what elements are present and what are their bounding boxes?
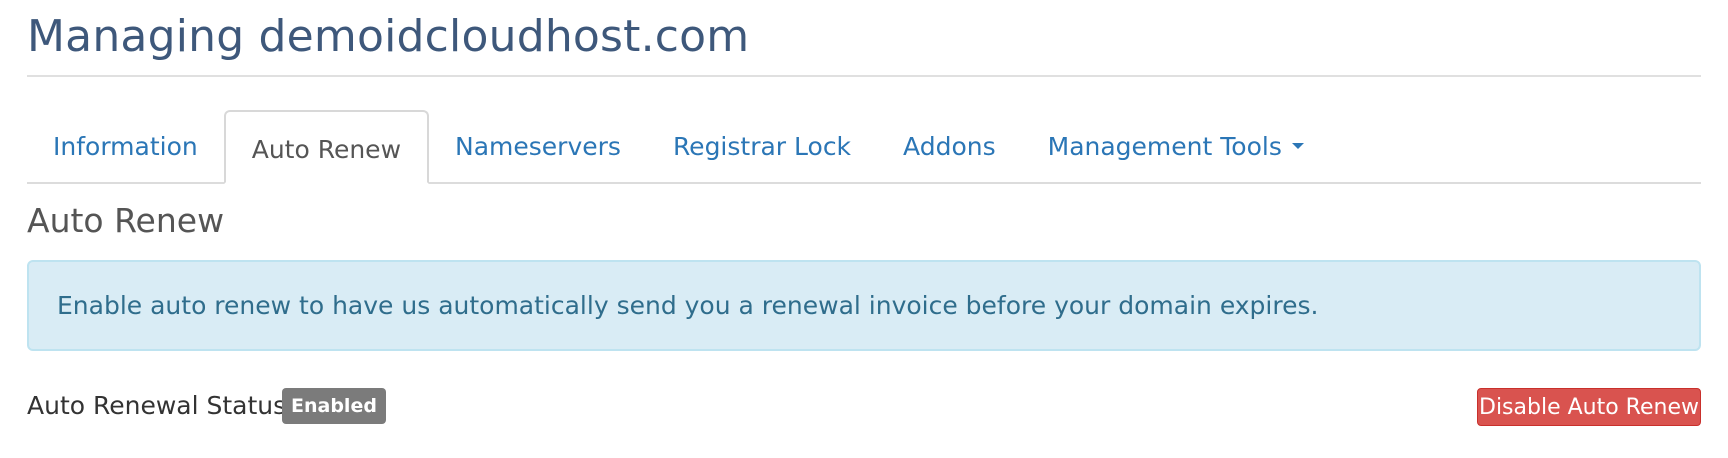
tab-management-tools-label: Management Tools xyxy=(1047,131,1282,161)
tab-bar: Information Auto Renew Nameservers Regis… xyxy=(27,110,1701,184)
info-alert: Enable auto renew to have us automatical… xyxy=(27,260,1701,351)
page-header: Managing demoidcloudhost.com xyxy=(27,0,1701,77)
tab-addons-label: Addons xyxy=(903,131,996,161)
tab-nameservers-label: Nameservers xyxy=(455,131,621,161)
tab-registrar-lock[interactable]: Registrar Lock xyxy=(647,110,877,182)
tab-registrar-lock-label: Registrar Lock xyxy=(672,131,852,161)
tab-addons[interactable]: Addons xyxy=(877,110,1022,182)
tab-information-label: Information xyxy=(53,131,198,161)
caret-down-icon xyxy=(1291,143,1304,149)
status-badge: Enabled xyxy=(282,388,386,424)
page-title: Managing demoidcloudhost.com xyxy=(27,11,750,62)
section-title: Auto Renew xyxy=(27,201,225,240)
tab-management-tools[interactable]: Management Tools xyxy=(1022,110,1330,182)
tab-information[interactable]: Information xyxy=(27,110,224,182)
tab-auto-renew-label: Auto Renew xyxy=(251,134,402,164)
domain-management-page: Managing demoidcloudhost.com Information… xyxy=(0,0,1728,458)
info-alert-message: Enable auto renew to have us automatical… xyxy=(57,291,1319,320)
auto-renewal-status-label: Auto Renewal Status: xyxy=(27,391,295,420)
auto-renew-status-row: Auto Renewal Status: Enabled Disable Aut… xyxy=(27,388,1701,426)
tab-nameservers[interactable]: Nameservers xyxy=(429,110,647,182)
tab-auto-renew[interactable]: Auto Renew xyxy=(223,110,430,184)
disable-auto-renew-button[interactable]: Disable Auto Renew xyxy=(1477,388,1701,426)
